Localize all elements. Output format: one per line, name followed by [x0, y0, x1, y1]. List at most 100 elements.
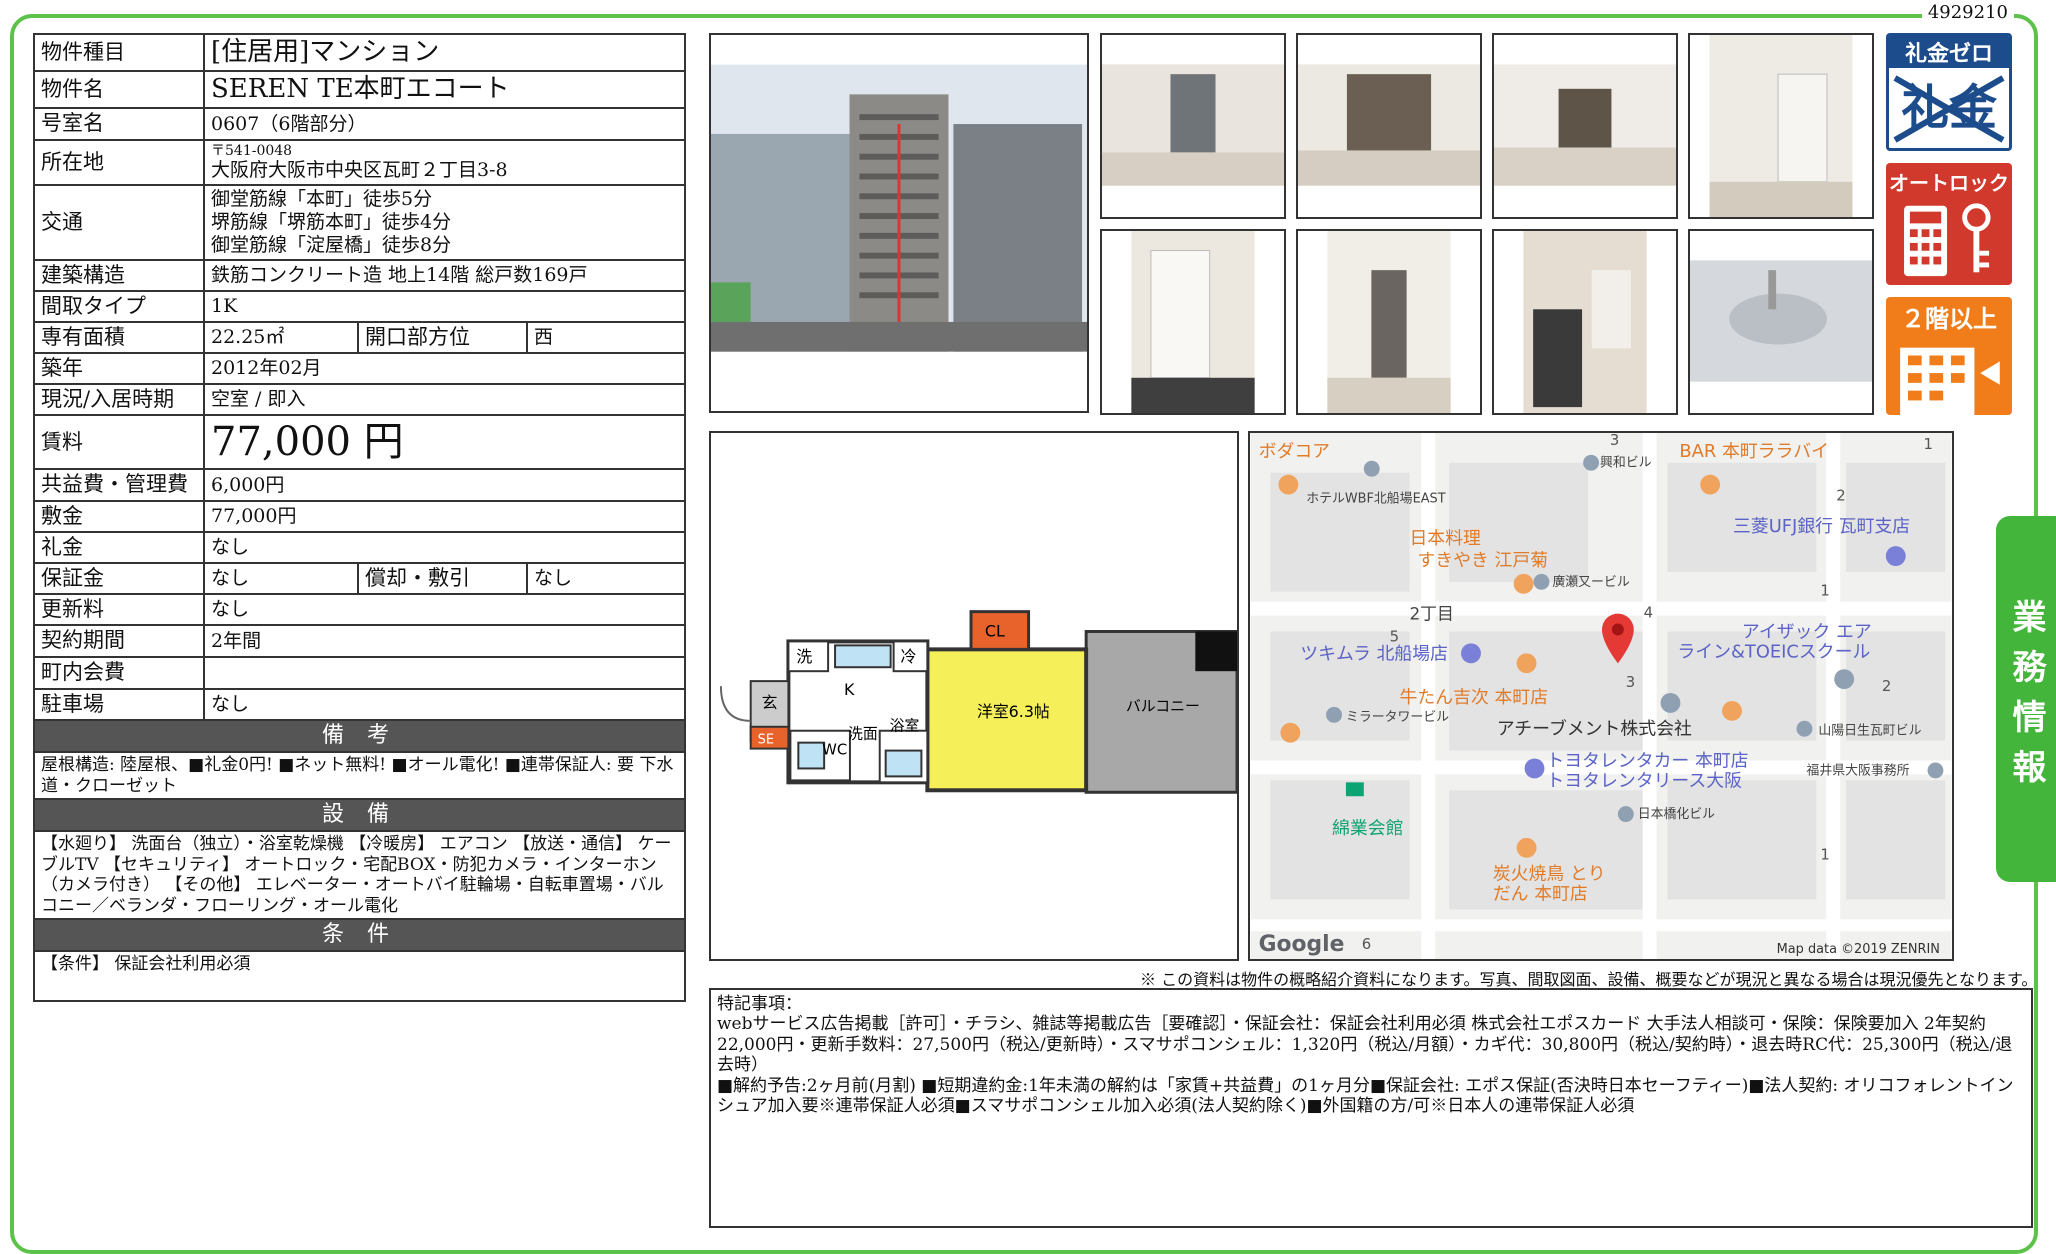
floorplan-wc-label: WC — [822, 741, 847, 759]
block-number: 3 — [1626, 673, 1635, 691]
map-label: 炭火焼鳥 とり — [1493, 864, 1606, 885]
block-number: 6 — [1362, 935, 1371, 953]
interior-photo — [1100, 33, 1286, 219]
fee-value: 6,000円 — [203, 468, 686, 502]
google-logo: Google — [1259, 932, 1345, 957]
row-parking: 駐車場 なし — [33, 687, 686, 721]
map-label: トヨタレンタカー 本町店 — [1546, 750, 1748, 771]
interior-photo — [1492, 33, 1678, 219]
built-label: 築年 — [33, 352, 205, 386]
row-address: 所在地 〒541-0048 大阪府大阪市中央区瓦町２丁目3-8 — [33, 138, 686, 187]
location-map: ボダコア 興和ビル BAR 本町ララバイ ホテルWBF北船場EAST 日本料理 … — [1248, 431, 1954, 961]
row-type: 物件種目 [住居用]マンション — [33, 32, 686, 73]
row-name: 物件名 SEREN TE本町エコート — [33, 70, 686, 110]
conditions-header: 条 件 — [33, 917, 686, 953]
map-label: 福井県大阪事務所 — [1806, 763, 1909, 778]
row-rent: 賃料 77,000 円 — [33, 414, 686, 471]
name-label: 物件名 — [33, 70, 205, 110]
special-notes-line: webサービス広告掲載［許可］・チラシ、雑誌等掲載広告［要確認］・保証会社：保証… — [717, 1014, 2013, 1076]
deposit-label: 敷金 — [33, 499, 205, 533]
parking-label: 駐車場 — [33, 687, 205, 721]
interior-photo — [1688, 33, 1874, 219]
row-deposit: 敷金 77,000円 — [33, 499, 686, 533]
floorplan-kitchen-label: K — [844, 680, 855, 699]
floorplan-bath-label: 浴室 — [890, 717, 920, 735]
map-label: 牛たん吉次 本町店 — [1400, 687, 1549, 708]
address-value: 大阪府大阪市中央区瓦町２丁目3-8 — [211, 159, 508, 182]
deposit-value: 77,000円 — [203, 499, 686, 533]
renewal-label: 更新料 — [33, 593, 205, 627]
map-label: ホテルWBF北船場EAST — [1306, 491, 1445, 506]
remarks-header: 備 考 — [33, 718, 686, 754]
cross-icon — [1893, 75, 2005, 143]
floorplan-se-label: SE — [758, 733, 774, 748]
room-label: 号室名 — [33, 107, 205, 141]
map-label: 山陽日生瓦町ビル — [1818, 724, 1921, 739]
town-fee-label: 町内会費 — [33, 655, 205, 690]
block-number: 4 — [1644, 604, 1653, 622]
room-value: 0607（6階部分） — [203, 107, 686, 141]
row-fee: 共益費・管理費 6,000円 — [33, 468, 686, 502]
map-label: 日本料理 — [1409, 528, 1481, 549]
floorplan-washroom-label: 洗面 — [848, 725, 878, 743]
rent-label: 賃料 — [33, 414, 205, 471]
map-label: ミラータワービル — [1346, 710, 1449, 725]
map-label: ボダコア — [1259, 441, 1330, 462]
map-label: 綿業会館 — [1332, 818, 1403, 839]
fee-label: 共益費・管理費 — [33, 468, 205, 502]
floorplan-entry-label: 玄 — [762, 693, 778, 712]
floorplan-wash-label: 洗 — [796, 647, 812, 666]
key-money-zero-badge: 礼金ゼロ 礼金 — [1886, 33, 2012, 151]
building-arrow-icon — [1900, 347, 2000, 415]
transit-line: 御堂筋線「淀屋橋」徒歩8分 — [211, 233, 452, 256]
parking-value: なし — [203, 687, 686, 721]
special-notes-line: ■解約予告:2ヶ月前(月割) ■短期違約金:1年未満の解約は「家賃+共益費」の1… — [717, 1075, 2014, 1116]
status-value: 空室 / 即入 — [203, 383, 686, 417]
type-label: 物件種目 — [33, 32, 205, 73]
floorplan-closet-label: CL — [985, 621, 1005, 640]
block-number: 2 — [1836, 486, 1845, 504]
badge-title: 礼金ゼロ — [1889, 36, 2009, 68]
transit-label: 交通 — [33, 184, 205, 261]
map-label: だん 本町店 — [1493, 883, 1588, 904]
map-label: 日本橋化ビル — [1638, 807, 1715, 822]
floorplan-balcony-label: バルコニー — [1126, 697, 1200, 715]
transit-line: 御堂筋線「本町」徒歩5分 — [211, 188, 433, 211]
autolock-badge: オートロック — [1886, 163, 2012, 285]
address-label: 所在地 — [33, 138, 205, 187]
map-label: アイザック エア — [1742, 621, 1872, 642]
status-label: 現況/入居時期 — [33, 383, 205, 417]
row-key-money: 礼金 なし — [33, 530, 686, 565]
row-transit: 交通 御堂筋線「本町」徒歩5分 堺筋線「堺筋本町」徒歩4分 御堂筋線「淀屋橋」徒… — [33, 184, 686, 261]
property-info-table: 物件種目 [住居用]マンション 物件名 SEREN TE本町エコート 号室名 0… — [33, 32, 686, 1003]
block-number: 2 — [1882, 677, 1891, 695]
direction-value: 西 — [526, 320, 686, 355]
map-label: すきやき 江戸菊 — [1417, 550, 1548, 571]
row-status: 現況/入居時期 空室 / 即入 — [33, 383, 686, 417]
disclaimer: ※ この資料は物件の概略紹介資料になります。写真、間取図面、設備、概要などが現況… — [1140, 970, 2038, 989]
remarks-text: 屋根構造: 陸屋根、■礼金0円! ■ネット無料! ■オール電化! ■連帯保証人:… — [33, 751, 686, 800]
rent-value: 77,000 円 — [203, 414, 686, 471]
map-label: 2丁目 — [1409, 604, 1453, 624]
conditions-text: 【条件】 保証会社利用必須 — [33, 950, 686, 1003]
key-money-label: 礼金 — [33, 530, 205, 565]
block-number: 1 — [1820, 846, 1829, 864]
second-floor-badge: ２階以上 — [1886, 297, 2012, 415]
row-town-fee: 町内会費 — [33, 655, 686, 690]
block-number: 1 — [1820, 582, 1829, 600]
row-layout: 間取タイプ 1K — [33, 289, 686, 323]
area-label: 専有面積 — [33, 320, 205, 355]
business-info-tab[interactable]: 業務情報 — [1996, 516, 2056, 882]
map-label: アチーブメント株式会社 — [1497, 718, 1692, 740]
map-attribution: Map data ©2019 ZENRIN — [1777, 942, 1940, 957]
floorplan-fridge-label: 冷 — [901, 647, 917, 666]
key-money-value: なし — [203, 530, 686, 565]
keypad-key-icon — [1904, 203, 1991, 277]
document-id: 4929210 — [1921, 2, 2014, 23]
interior-photo — [1492, 229, 1678, 415]
amortization-label: 償却・敷引 — [357, 562, 528, 596]
layout-value: 1K — [203, 289, 686, 323]
postal-code: 〒541-0048 — [211, 142, 293, 159]
badge-title: ２階以上 — [1901, 305, 1997, 333]
interior-photo — [1296, 229, 1482, 415]
